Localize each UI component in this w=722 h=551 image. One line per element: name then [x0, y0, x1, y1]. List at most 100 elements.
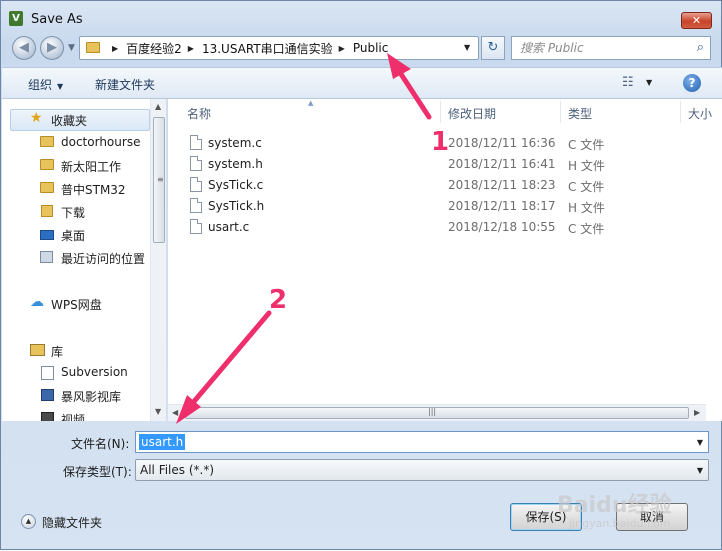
scrollbar-thumb[interactable]: |||	[185, 407, 689, 419]
column-divider[interactable]	[560, 101, 561, 123]
address-bar[interactable]: ▶ 百度经验2 ▶ 13.USART串口通信实验 ▶ Public ▼	[79, 36, 479, 60]
file-icon	[190, 156, 202, 171]
back-button[interactable]: ◀	[12, 36, 36, 60]
file-name: SysTick.c	[208, 178, 264, 192]
breadcrumb: ▶ 百度经验2 ▶ 13.USART串口通信实验 ▶ Public	[106, 37, 388, 59]
file-type: C 文件	[568, 180, 605, 194]
download-folder-icon	[41, 205, 53, 217]
scroll-down-icon[interactable]: ▼	[155, 407, 161, 416]
filetype-select[interactable]: All Files (*.*) ▼	[135, 459, 709, 481]
filename-input[interactable]: usart.h ▼	[135, 431, 709, 453]
navigation-scrollbar[interactable]: ▲ ≡ ▼	[150, 99, 166, 421]
storm-library-icon	[41, 389, 54, 401]
breadcrumb-item[interactable]: 13.USART串口通信实验	[202, 40, 333, 57]
breadcrumb-separator-icon[interactable]: ▶	[339, 44, 345, 53]
file-icon	[190, 135, 202, 150]
change-view-icon[interactable]: ☷	[622, 75, 634, 90]
scrollbar-thumb[interactable]: ≡	[153, 117, 165, 243]
file-row[interactable]: usart.c 2018/12/18 10:55 C 文件	[168, 217, 722, 238]
command-toolbar: 组织 ▼ 新建文件夹 ☷ ▼ ?	[2, 67, 722, 99]
save-as-dialog: V Save As ✕ ◀ ▶ ▼ ▶ 百度经验2 ▶ 13.USART串口通信…	[0, 0, 722, 550]
folder-icon	[40, 159, 54, 170]
scroll-left-icon[interactable]: ◀	[172, 408, 178, 417]
file-icon	[190, 198, 202, 213]
grip-icon: |||	[428, 407, 437, 416]
recent-locations-dropdown[interactable]: ▼	[68, 43, 75, 53]
chevron-down-icon[interactable]: ▼	[697, 466, 703, 475]
chevron-down-icon[interactable]: ▼	[697, 438, 703, 447]
hide-folders-label: 隐藏文件夹	[42, 516, 103, 530]
watermark-url: jingyan.baidu.com	[569, 517, 671, 530]
refresh-icon: ↻	[487, 40, 499, 55]
filetype-label: 保存类型(T):	[63, 465, 132, 479]
folder-icon	[86, 42, 100, 53]
refresh-button[interactable]: ↻	[481, 36, 505, 60]
column-header-size[interactable]: 大小	[688, 105, 712, 122]
svn-icon	[41, 366, 54, 380]
desktop-icon	[40, 230, 54, 240]
file-modified: 2018/12/11 18:23	[448, 178, 556, 192]
window-title: Save As	[31, 12, 83, 27]
sidebar-item-label: WPS网盘	[51, 298, 102, 312]
new-folder-button[interactable]: 新建文件夹	[95, 76, 155, 93]
file-list-horizontal-scrollbar[interactable]: ◀ ||| ▶	[168, 404, 706, 421]
forward-arrow-icon: ▶	[47, 40, 57, 55]
search-input[interactable]	[518, 40, 678, 56]
column-header-modified[interactable]: 修改日期	[448, 105, 496, 122]
title-bar: V Save As ✕	[1, 1, 721, 33]
file-row[interactable]: system.h 2018/12/11 16:41 H 文件	[168, 154, 722, 175]
sort-ascending-icon: ▲	[308, 99, 314, 107]
app-icon: V	[9, 11, 23, 26]
filetype-value: All Files (*.*)	[140, 463, 215, 477]
file-type: H 文件	[568, 201, 605, 215]
search-icon[interactable]: ⌕	[697, 40, 704, 55]
sidebar-item-label: 新太阳工作	[61, 160, 122, 174]
sidebar-item-label: 普中STM32	[61, 183, 126, 197]
breadcrumb-item-current[interactable]: Public	[353, 41, 389, 55]
folder-icon	[40, 182, 54, 193]
scroll-up-icon[interactable]: ▲	[155, 102, 161, 111]
folder-icon	[40, 136, 54, 147]
breadcrumb-separator-icon[interactable]: ▶	[188, 44, 194, 53]
sidebar-item-label: 下载	[61, 206, 86, 220]
sidebar-item-label: 库	[51, 345, 64, 359]
column-header-name[interactable]: 名称	[187, 105, 211, 122]
help-icon[interactable]: ?	[683, 74, 701, 92]
address-dropdown-icon[interactable]: ▼	[464, 43, 470, 52]
breadcrumb-separator-icon: ▶	[112, 43, 119, 53]
star-icon: ★	[30, 110, 43, 126]
file-name: system.c	[208, 136, 262, 150]
annotation-marker-1: 1	[431, 127, 450, 157]
navigation-pane: ★ 收藏夹 doctorhourse 新太阳工作 普中STM32 下载 桌面 最…	[2, 99, 167, 421]
organize-menu-button[interactable]: 组织 ▼	[28, 76, 63, 93]
video-icon	[41, 412, 54, 421]
sidebar-item-label: 桌面	[61, 229, 86, 243]
breadcrumb-item[interactable]: 百度经验2	[126, 40, 182, 57]
file-type: C 文件	[568, 138, 605, 152]
recent-places-icon	[40, 251, 53, 263]
file-name: SysTick.h	[208, 199, 265, 213]
grip-icon: ≡	[157, 175, 164, 184]
sidebar-item-label: 暴风影视库	[61, 390, 122, 404]
column-divider[interactable]	[440, 101, 441, 123]
forward-button[interactable]: ▶	[40, 36, 64, 60]
close-button[interactable]: ✕	[681, 12, 712, 29]
organize-label: 组织	[28, 78, 53, 92]
file-row[interactable]: SysTick.h 2018/12/11 18:17 H 文件	[168, 196, 722, 217]
search-box[interactable]: ⌕	[511, 36, 711, 60]
file-icon	[190, 219, 202, 234]
file-row[interactable]: SysTick.c 2018/12/11 18:23 C 文件	[168, 175, 722, 196]
file-modified: 2018/12/18 10:55	[448, 220, 556, 234]
chevron-down-icon: ▼	[57, 82, 64, 91]
file-modified: 2018/12/11 16:41	[448, 157, 556, 171]
sidebar-item-label: 视频	[61, 413, 86, 421]
filename-selected-text[interactable]: usart.h	[139, 434, 186, 450]
file-name: system.h	[208, 157, 263, 171]
column-divider[interactable]	[680, 101, 681, 123]
file-name: usart.c	[208, 220, 250, 234]
scroll-right-icon[interactable]: ▶	[694, 408, 700, 417]
column-header-type[interactable]: 类型	[568, 105, 592, 122]
watermark: Baidu经验	[557, 493, 672, 518]
library-icon	[30, 344, 45, 356]
view-options-dropdown-icon[interactable]: ▼	[646, 78, 652, 87]
